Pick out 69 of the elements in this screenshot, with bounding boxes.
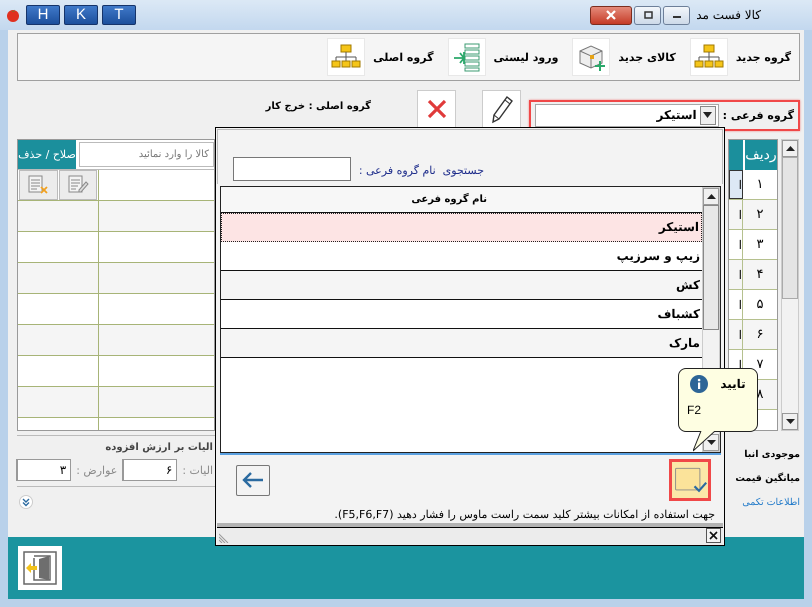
tooltip-title: تایید xyxy=(720,377,746,391)
info-icon xyxy=(690,375,708,393)
scroll-up-icon[interactable] xyxy=(786,146,794,151)
cross-icon[interactable] xyxy=(426,98,448,120)
list-arrow-icon[interactable] xyxy=(452,42,482,72)
delete-row-button[interactable] xyxy=(19,170,58,200)
column-header: صلاح / حذف xyxy=(18,140,76,169)
minimize-button[interactable] xyxy=(663,6,690,24)
section-title: الیات بر ارزش افزوده xyxy=(104,441,214,455)
close-button[interactable] xyxy=(706,528,721,544)
number-field[interactable]: ۶ xyxy=(122,459,178,481)
close-icon[interactable] xyxy=(709,531,718,540)
edit-row-button[interactable] xyxy=(58,170,97,200)
row-number: ۵ xyxy=(756,296,764,314)
field-label: عوارض : xyxy=(76,464,118,476)
delete-button[interactable] xyxy=(417,90,456,128)
row-number: ۶ xyxy=(756,326,764,344)
table-cell[interactable]: ا xyxy=(729,290,743,319)
scroll-down-icon[interactable] xyxy=(706,440,716,446)
scroll-up-icon[interactable] xyxy=(706,194,716,199)
maximize-button[interactable] xyxy=(634,6,662,24)
shortcut-button[interactable]: K xyxy=(64,5,98,25)
scrollbar[interactable] xyxy=(781,139,799,431)
table-cell[interactable]: ا xyxy=(729,320,743,349)
edit-button[interactable] xyxy=(482,90,521,128)
shortcut-text: F2 xyxy=(687,403,702,417)
column-header: ردیف xyxy=(745,140,777,170)
field-label: موجودی انبا xyxy=(743,449,800,460)
row-number: ۲ xyxy=(756,206,764,224)
document-pencil-icon[interactable] xyxy=(66,175,89,195)
number-field[interactable]: ۳ xyxy=(16,459,72,481)
field-label: گروه فرعی : xyxy=(722,108,794,122)
column-header: نام گروه فرعی xyxy=(221,186,702,213)
list-item[interactable]: استیکر xyxy=(221,212,702,242)
toolbar-button[interactable]: کالای جدید xyxy=(572,38,676,76)
toolbar-button[interactable]: گروه جدید xyxy=(690,38,791,76)
shortcut-button[interactable]: H xyxy=(26,5,60,25)
row-number: ۱ xyxy=(756,176,764,194)
row-number: ۷ xyxy=(756,356,764,374)
list-item[interactable]: مارک xyxy=(221,328,702,358)
search-label: جستجوی نام گروه فرعی : xyxy=(358,164,484,179)
list-item[interactable]: کش xyxy=(221,270,702,300)
close-button[interactable] xyxy=(590,6,632,24)
info-link[interactable]: اطلاعات تکمی xyxy=(726,497,800,508)
selected-cell[interactable]: ا xyxy=(729,170,743,199)
table-cell[interactable]: ا xyxy=(729,200,743,229)
expand-icon[interactable] xyxy=(19,495,33,509)
field-label: میانگین قیمت xyxy=(734,473,800,484)
resize-grip-icon[interactable] xyxy=(219,533,229,544)
toolbar-button[interactable]: ورود لیستی xyxy=(448,38,558,76)
main-group-label: گروه اصلی : خرج کار xyxy=(266,100,371,112)
status-text: جهت استفاده از امکانات بیشتر کلید سمت راست ماوس را فشار دهید (F5,F6,F7). xyxy=(334,508,715,521)
shortcut-button[interactable]: T xyxy=(102,5,136,25)
row-number: ۴ xyxy=(756,266,764,284)
search-field[interactable]: کالا را وارد نمائید xyxy=(79,142,214,167)
row-number: ۳ xyxy=(756,236,764,254)
table-cell[interactable]: ا xyxy=(729,260,743,289)
back-button[interactable] xyxy=(236,464,270,496)
toolbar-button[interactable]: گروه اصلی xyxy=(327,38,434,76)
field-label: الیات : xyxy=(182,464,213,476)
search-field[interactable] xyxy=(232,156,351,181)
maximize-icon[interactable] xyxy=(642,10,654,20)
arrow-left-icon[interactable] xyxy=(241,471,265,490)
document-cross-icon[interactable] xyxy=(27,175,50,195)
subgroup-dropdown[interactable]: استیکر xyxy=(535,104,719,126)
tomato-icon xyxy=(6,8,20,22)
table-cell[interactable]: ا xyxy=(729,230,743,259)
window-title: کالا فست مد xyxy=(696,8,761,22)
scroll-down-icon[interactable] xyxy=(786,419,794,424)
